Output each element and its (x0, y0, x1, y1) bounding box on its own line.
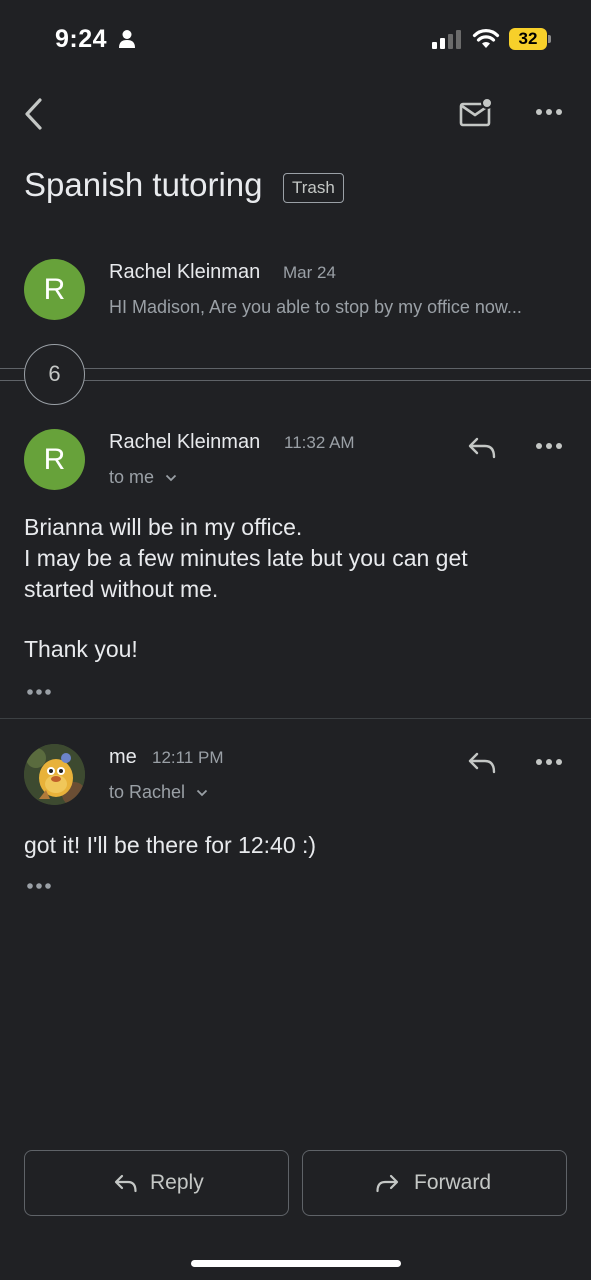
body-line: started without me. (24, 576, 219, 602)
recipient-text: to Rachel (109, 782, 186, 802)
reply-button[interactable]: Reply (24, 1150, 289, 1216)
body-line: I may be a few minutes late but you can … (24, 545, 468, 571)
show-quoted-text-icon[interactable] (26, 687, 54, 697)
more-icon[interactable] (535, 104, 563, 120)
recipient-text: to me (109, 467, 155, 487)
wifi-icon (472, 29, 500, 48)
reply-icon (114, 1174, 137, 1193)
show-quoted-text-icon[interactable] (26, 881, 54, 891)
message-time: 11:32 AM (284, 433, 355, 452)
reply-icon[interactable] (467, 751, 497, 775)
signal-icon (432, 30, 461, 49)
body-line: Brianna will be in my office. (24, 514, 303, 540)
sender-name: Rachel Kleinman (109, 431, 261, 453)
sender-name: me (109, 746, 137, 768)
avatar: R (24, 429, 85, 490)
battery-level: 32 (518, 29, 538, 48)
email-thread-screen: 9:24 32 Spanish tutoring Trash R Rachel … (0, 0, 591, 1280)
message-time: 12:11 PM (152, 748, 224, 767)
reply-button-label: Reply (150, 1171, 204, 1194)
mail-unread-icon[interactable] (459, 98, 495, 128)
message-body: got it! I'll be there for 12:40 :) (24, 832, 317, 858)
sender-name: Rachel Kleinman (109, 261, 261, 283)
forward-button-label: Forward (414, 1171, 492, 1194)
chevron-down-icon (165, 475, 177, 482)
collapsed-divider-bottom (0, 380, 591, 381)
body-line: Thank you! (24, 636, 138, 662)
collapsed-divider-top (0, 368, 591, 369)
recipient-details[interactable]: to Rachel (109, 782, 208, 803)
home-indicator[interactable] (191, 1260, 401, 1267)
collapsed-messages-count[interactable]: 6 (24, 344, 85, 405)
more-icon[interactable] (535, 440, 563, 452)
trash-label-chip[interactable]: Trash (283, 173, 344, 203)
more-icon[interactable] (535, 756, 563, 768)
chevron-down-icon (196, 790, 208, 797)
avatar (24, 744, 85, 805)
avatar-photo-icon (24, 744, 85, 805)
message-snippet: HI Madison, Are you able to stop by my o… (109, 297, 522, 317)
thread-subject: Spanish tutoring (24, 166, 263, 203)
recipient-details[interactable]: to me (109, 467, 177, 488)
message-divider (0, 718, 591, 719)
person-icon (119, 30, 135, 48)
reply-icon[interactable] (467, 436, 497, 460)
status-time: 9:24 (55, 25, 108, 53)
message-date: Mar 24 (283, 263, 336, 282)
forward-button[interactable]: Forward (302, 1150, 567, 1216)
avatar: R (24, 259, 85, 320)
back-icon[interactable] (20, 96, 48, 132)
battery-indicator: 32 (509, 28, 551, 50)
forward-icon (376, 1174, 399, 1193)
